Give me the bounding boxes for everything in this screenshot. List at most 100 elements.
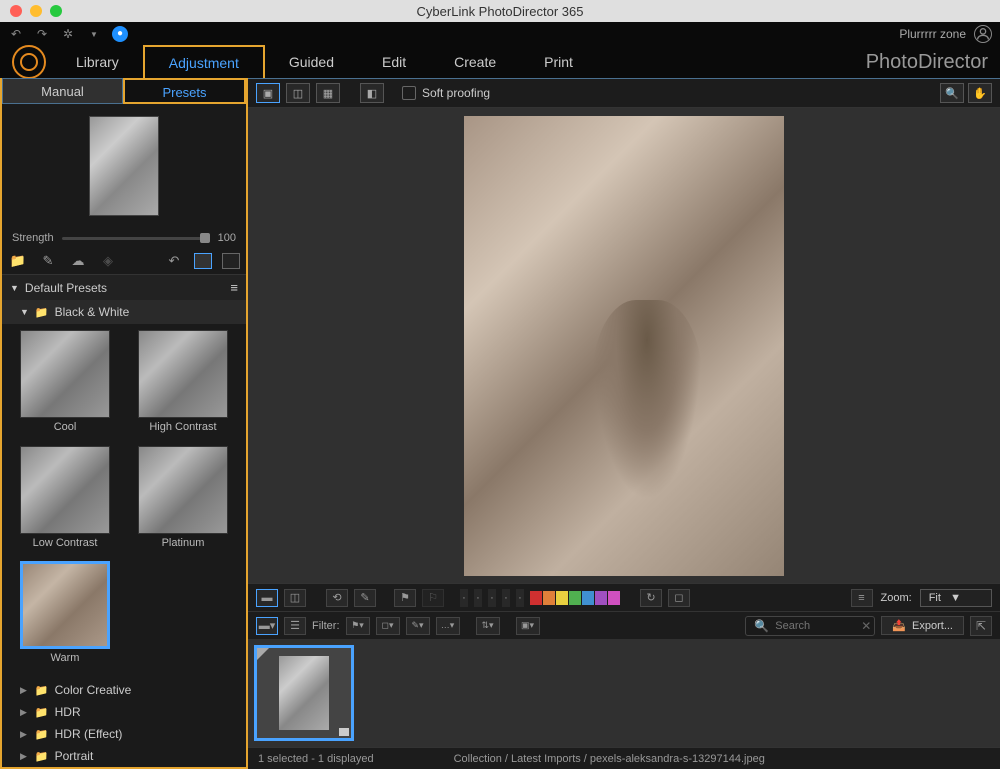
preset-thumbnail bbox=[138, 446, 228, 534]
pan-tool-icon[interactable]: ✋ bbox=[968, 83, 992, 103]
color-swatch[interactable] bbox=[595, 591, 607, 605]
filter-edit-button[interactable]: ✎▾ bbox=[406, 617, 430, 635]
category-hdr[interactable]: ▶ 📁 HDR bbox=[2, 701, 246, 723]
maximize-window-button[interactable] bbox=[50, 5, 62, 17]
category-color-creative[interactable]: ▶ 📁 Color Creative bbox=[2, 679, 246, 701]
category-hdr-effect[interactable]: ▶ 📁 HDR (Effect) bbox=[2, 723, 246, 745]
presets-group-header[interactable]: ▼ Default Presets ≡ bbox=[2, 275, 246, 300]
search-input[interactable] bbox=[775, 620, 855, 632]
filmstrip-thumbnail[interactable] bbox=[254, 645, 354, 741]
layer-preset-icon[interactable]: ◈ bbox=[98, 252, 118, 270]
view-grid-button[interactable]: ▦ bbox=[316, 83, 340, 103]
tab-edit[interactable]: Edit bbox=[358, 46, 430, 78]
close-window-button[interactable] bbox=[10, 5, 22, 17]
star-1-icon[interactable]: · bbox=[460, 589, 468, 607]
preset-tools: 📁 ✎ ☁ ◈ ↶ bbox=[2, 248, 246, 275]
color-swatch[interactable] bbox=[608, 591, 620, 605]
top-toolbar: ↶ ↷ ✲ ▼ ● Plurrrrr zone bbox=[0, 22, 1000, 46]
rotate-left-icon[interactable]: ⟲ bbox=[326, 589, 348, 607]
star-2-icon[interactable]: · bbox=[474, 589, 482, 607]
notification-icon[interactable]: ● bbox=[112, 26, 128, 42]
view-dual-button[interactable]: ◧ bbox=[360, 83, 384, 103]
panel-menu-icon[interactable]: ≡ bbox=[851, 589, 873, 607]
color-swatch[interactable] bbox=[582, 591, 594, 605]
strength-label: Strength bbox=[12, 232, 54, 244]
preview-area bbox=[2, 104, 246, 228]
preview-thumbnail bbox=[89, 116, 159, 216]
export-button[interactable]: 📤 Export... bbox=[881, 616, 964, 635]
grid-view-button[interactable] bbox=[194, 253, 212, 269]
crop-icon[interactable]: ◻ bbox=[668, 589, 690, 607]
zoom-select[interactable]: Fit ▼ bbox=[920, 589, 992, 607]
export-icon: 📤 bbox=[892, 619, 906, 632]
filter-label-button[interactable]: ◻▾ bbox=[376, 617, 400, 635]
category-header-bw[interactable]: ▼ 📁 Black & White bbox=[2, 300, 246, 324]
expand-arrow-icon: ▶ bbox=[20, 707, 27, 718]
undo-icon[interactable]: ↶ bbox=[8, 26, 24, 42]
sidebar: Manual Presets Strength 100 📁 ✎ ☁ ◈ ↶ ▼ … bbox=[0, 78, 248, 769]
preset-low-contrast[interactable]: Low Contrast bbox=[8, 446, 122, 558]
star-4-icon[interactable]: · bbox=[502, 589, 510, 607]
redo-icon[interactable]: ↷ bbox=[34, 26, 50, 42]
tab-guided[interactable]: Guided bbox=[265, 46, 358, 78]
view-mode-button[interactable]: ▬▾ bbox=[256, 617, 278, 635]
clear-search-icon[interactable]: ✕ bbox=[861, 619, 871, 633]
view-single-button[interactable]: ▣ bbox=[256, 83, 280, 103]
tab-print[interactable]: Print bbox=[520, 46, 597, 78]
undo-preset-icon[interactable]: ↶ bbox=[164, 252, 184, 270]
list-view-button[interactable] bbox=[222, 253, 240, 269]
sort-button[interactable]: ⇅▾ bbox=[476, 617, 500, 635]
check-mark-icon bbox=[257, 648, 269, 660]
strength-slider[interactable] bbox=[62, 237, 210, 240]
stack-button[interactable]: ▣▾ bbox=[516, 617, 540, 635]
view-compare-button[interactable]: ◫ bbox=[286, 83, 310, 103]
expand-arrow-icon: ▶ bbox=[20, 729, 27, 740]
refresh-icon[interactable]: ↻ bbox=[640, 589, 662, 607]
preset-high-contrast[interactable]: High Contrast bbox=[126, 330, 240, 442]
layout-split-button[interactable]: ◫ bbox=[284, 589, 306, 607]
main-viewer-area: ▣ ◫ ▦ ◧ Soft proofing 🔍 ✋ ▬ ◫ ⟲ ✎ ⚑ bbox=[248, 78, 1000, 769]
dropdown-icon[interactable]: ▼ bbox=[86, 26, 102, 42]
filter-flag-button[interactable]: ⚑▾ bbox=[346, 617, 370, 635]
strength-value: 100 bbox=[218, 232, 236, 244]
status-path: Collection / Latest Imports / pexels-ale… bbox=[454, 753, 765, 765]
tab-library[interactable]: Library bbox=[52, 46, 143, 78]
soft-proofing-checkbox[interactable] bbox=[402, 86, 416, 100]
unflag-icon[interactable]: ⚐ bbox=[422, 589, 444, 607]
color-swatch[interactable] bbox=[543, 591, 555, 605]
brush-preset-icon[interactable]: ✎ bbox=[38, 252, 58, 270]
preset-platinum[interactable]: Platinum bbox=[126, 446, 240, 558]
color-swatch[interactable] bbox=[569, 591, 581, 605]
zoom-tool-icon[interactable]: 🔍 bbox=[940, 83, 964, 103]
settings-gear-icon[interactable]: ✲ bbox=[60, 26, 76, 42]
minimize-window-button[interactable] bbox=[30, 5, 42, 17]
folder-icon: 📁 bbox=[35, 306, 49, 319]
tab-adjustment[interactable]: Adjustment bbox=[143, 45, 265, 79]
layout-full-button[interactable]: ▬ bbox=[256, 589, 278, 607]
user-label: Plurrrrr zone bbox=[899, 27, 966, 41]
star-3-icon[interactable]: · bbox=[488, 589, 496, 607]
color-swatch[interactable] bbox=[530, 591, 542, 605]
tab-create[interactable]: Create bbox=[430, 46, 520, 78]
preset-cool[interactable]: Cool bbox=[8, 330, 122, 442]
external-link-icon[interactable]: ⇱ bbox=[970, 616, 992, 636]
import-preset-icon[interactable]: 📁 bbox=[8, 252, 28, 270]
subtab-manual[interactable]: Manual bbox=[2, 78, 123, 104]
view-alt-button[interactable]: ☰ bbox=[284, 617, 306, 635]
soft-proofing-label: Soft proofing bbox=[422, 86, 490, 100]
user-avatar-icon[interactable] bbox=[974, 25, 992, 43]
subtab-presets[interactable]: Presets bbox=[123, 78, 246, 104]
search-box[interactable]: 🔍 ✕ bbox=[745, 616, 875, 636]
folder-icon: 📁 bbox=[35, 684, 49, 697]
cloud-preset-icon[interactable]: ☁ bbox=[68, 252, 88, 270]
image-viewer[interactable] bbox=[248, 108, 1000, 583]
folder-icon: 📁 bbox=[35, 750, 49, 763]
flag-icon[interactable]: ⚑ bbox=[394, 589, 416, 607]
edit-icon[interactable]: ✎ bbox=[354, 589, 376, 607]
star-5-icon[interactable]: · bbox=[516, 589, 524, 607]
presets-menu-icon[interactable]: ≡ bbox=[230, 280, 238, 295]
filter-rating-button[interactable]: …▾ bbox=[436, 617, 460, 635]
color-swatch[interactable] bbox=[556, 591, 568, 605]
category-portrait[interactable]: ▶ 📁 Portrait bbox=[2, 745, 246, 767]
preset-warm[interactable]: Warm bbox=[8, 561, 122, 673]
